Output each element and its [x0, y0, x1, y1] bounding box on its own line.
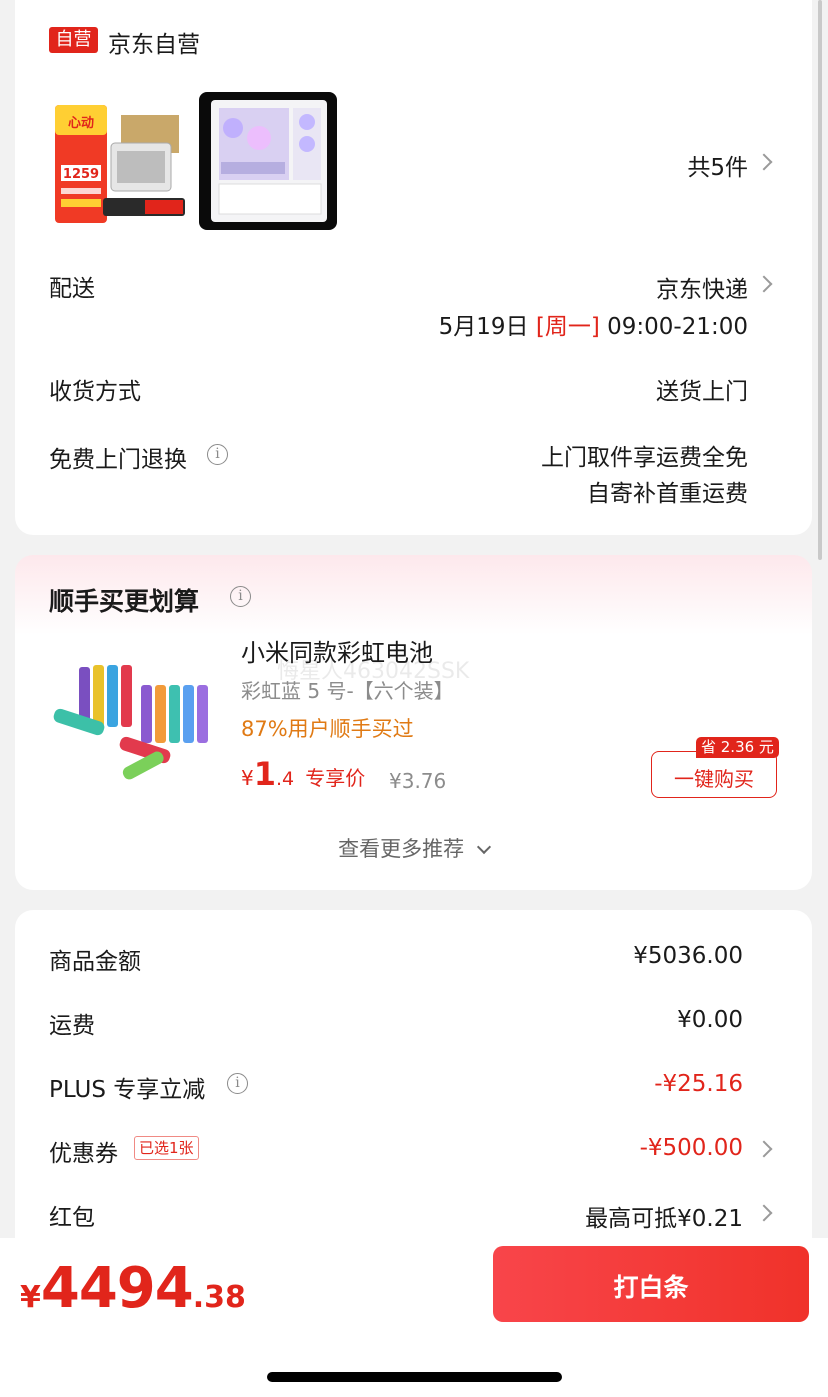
goods-amount-label: 商品金额 [49, 949, 141, 975]
delivery-time[interactable]: 5月19日 [周一] 09:00-21:00 [439, 307, 748, 341]
chevron-right-icon[interactable] [755, 153, 773, 171]
battery-thumb[interactable] [49, 633, 219, 801]
addon-orig-price: ¥3.76 [389, 769, 447, 793]
total-integer: 4494 [40, 1256, 194, 1321]
addon-users: 87%用户顺手买过 [241, 717, 414, 741]
info-icon[interactable]: i [207, 444, 228, 465]
product-count[interactable]: 共5件 [687, 148, 748, 182]
red-packet-value[interactable]: 最高可抵¥0.21 [585, 1199, 743, 1233]
shipping-label: 运费 [49, 1013, 95, 1039]
receive-method-value: 送货上门 [656, 379, 748, 405]
currency-symbol: ¥ [20, 1280, 41, 1315]
self-operated-badge: 自营 [49, 27, 98, 53]
buy-now-button[interactable]: 一键购买 [651, 751, 777, 798]
price-summary-card: 商品金额 ¥5036.00 运费 ¥0.00 PLUS 专享立减 i -¥25.… [15, 910, 812, 1270]
shipping-value: ¥0.00 [677, 1007, 743, 1033]
pay-baitiao-button[interactable]: 打白条 [493, 1246, 809, 1322]
info-icon[interactable]: i [227, 1073, 248, 1094]
svg-text:1259: 1259 [63, 167, 99, 182]
coupon-value[interactable]: -¥500.00 [640, 1135, 743, 1161]
order-info-card: 自营 京东自营 心动 1259 共5件 配送 京东快递 5月19日 [周一] 0… [15, 0, 812, 535]
coupon-selected-tag: 已选1张 [134, 1136, 199, 1160]
more-recommendations[interactable]: 查看更多推荐 [15, 833, 812, 863]
coupon-label: 优惠券 [49, 1141, 118, 1167]
chevron-right-icon[interactable] [755, 1204, 773, 1222]
addon-spec: 彩虹蓝 5 号-【六个装】 [241, 679, 454, 703]
pay-button-label: 打白条 [613, 1273, 689, 1302]
delivery-label: 配送 [49, 276, 95, 302]
total-decimal: .38 [192, 1280, 246, 1315]
goods-amount-value: ¥5036.00 [633, 943, 743, 969]
price-integer: 1 [253, 755, 276, 793]
price-decimal: .4 [276, 768, 295, 790]
red-packet-label: 红包 [49, 1205, 95, 1231]
receive-method-label: 收货方式 [49, 379, 141, 405]
more-label: 查看更多推荐 [338, 837, 465, 861]
save-badge: 省 2.36 元 [696, 737, 779, 758]
delivery-date: 5月19日 [438, 314, 529, 340]
scrollbar[interactable] [818, 0, 822, 560]
delivery-window: 09:00-21:00 [607, 314, 748, 340]
plus-discount-value: -¥25.16 [654, 1071, 743, 1097]
buy-now-label: 一键购买 [674, 767, 754, 791]
store-name[interactable]: 京东自营 [108, 25, 200, 59]
addon-price: ¥1.4 专享价 [241, 755, 365, 793]
addon-title: 顺手买更划算 [49, 587, 200, 616]
free-return-line1: 上门取件享运费全免 [541, 445, 748, 471]
svg-text:心动: 心动 [68, 116, 94, 131]
price-tag: 专享价 [305, 766, 366, 790]
product-thumb-power-supply[interactable]: 心动 1259 [53, 93, 189, 227]
order-total: ¥4494.38 [20, 1256, 246, 1321]
info-icon[interactable]: i [230, 586, 251, 607]
chevron-right-icon[interactable] [755, 1140, 773, 1158]
addon-card: 顺手买更划算 i 小米同款彩虹电池 悔星人463042SSK 彩虹蓝 5 号-【… [15, 555, 812, 890]
chevron-right-icon[interactable] [755, 275, 773, 293]
home-indicator [267, 1372, 562, 1382]
free-return-line2: 自寄补首重运费 [587, 481, 748, 507]
free-return-label: 免费上门退换 [49, 447, 187, 473]
plus-discount-label: PLUS 专享立减 [49, 1077, 206, 1103]
delivery-weekday: [周一] [535, 314, 600, 340]
delivery-carrier[interactable]: 京东快递 [656, 270, 748, 304]
product-thumb-pc-case[interactable] [199, 92, 337, 230]
chevron-down-icon [476, 839, 491, 855]
currency-symbol: ¥ [241, 766, 254, 790]
checkout-bar: ¥4494.38 打白条 [0, 1238, 828, 1397]
